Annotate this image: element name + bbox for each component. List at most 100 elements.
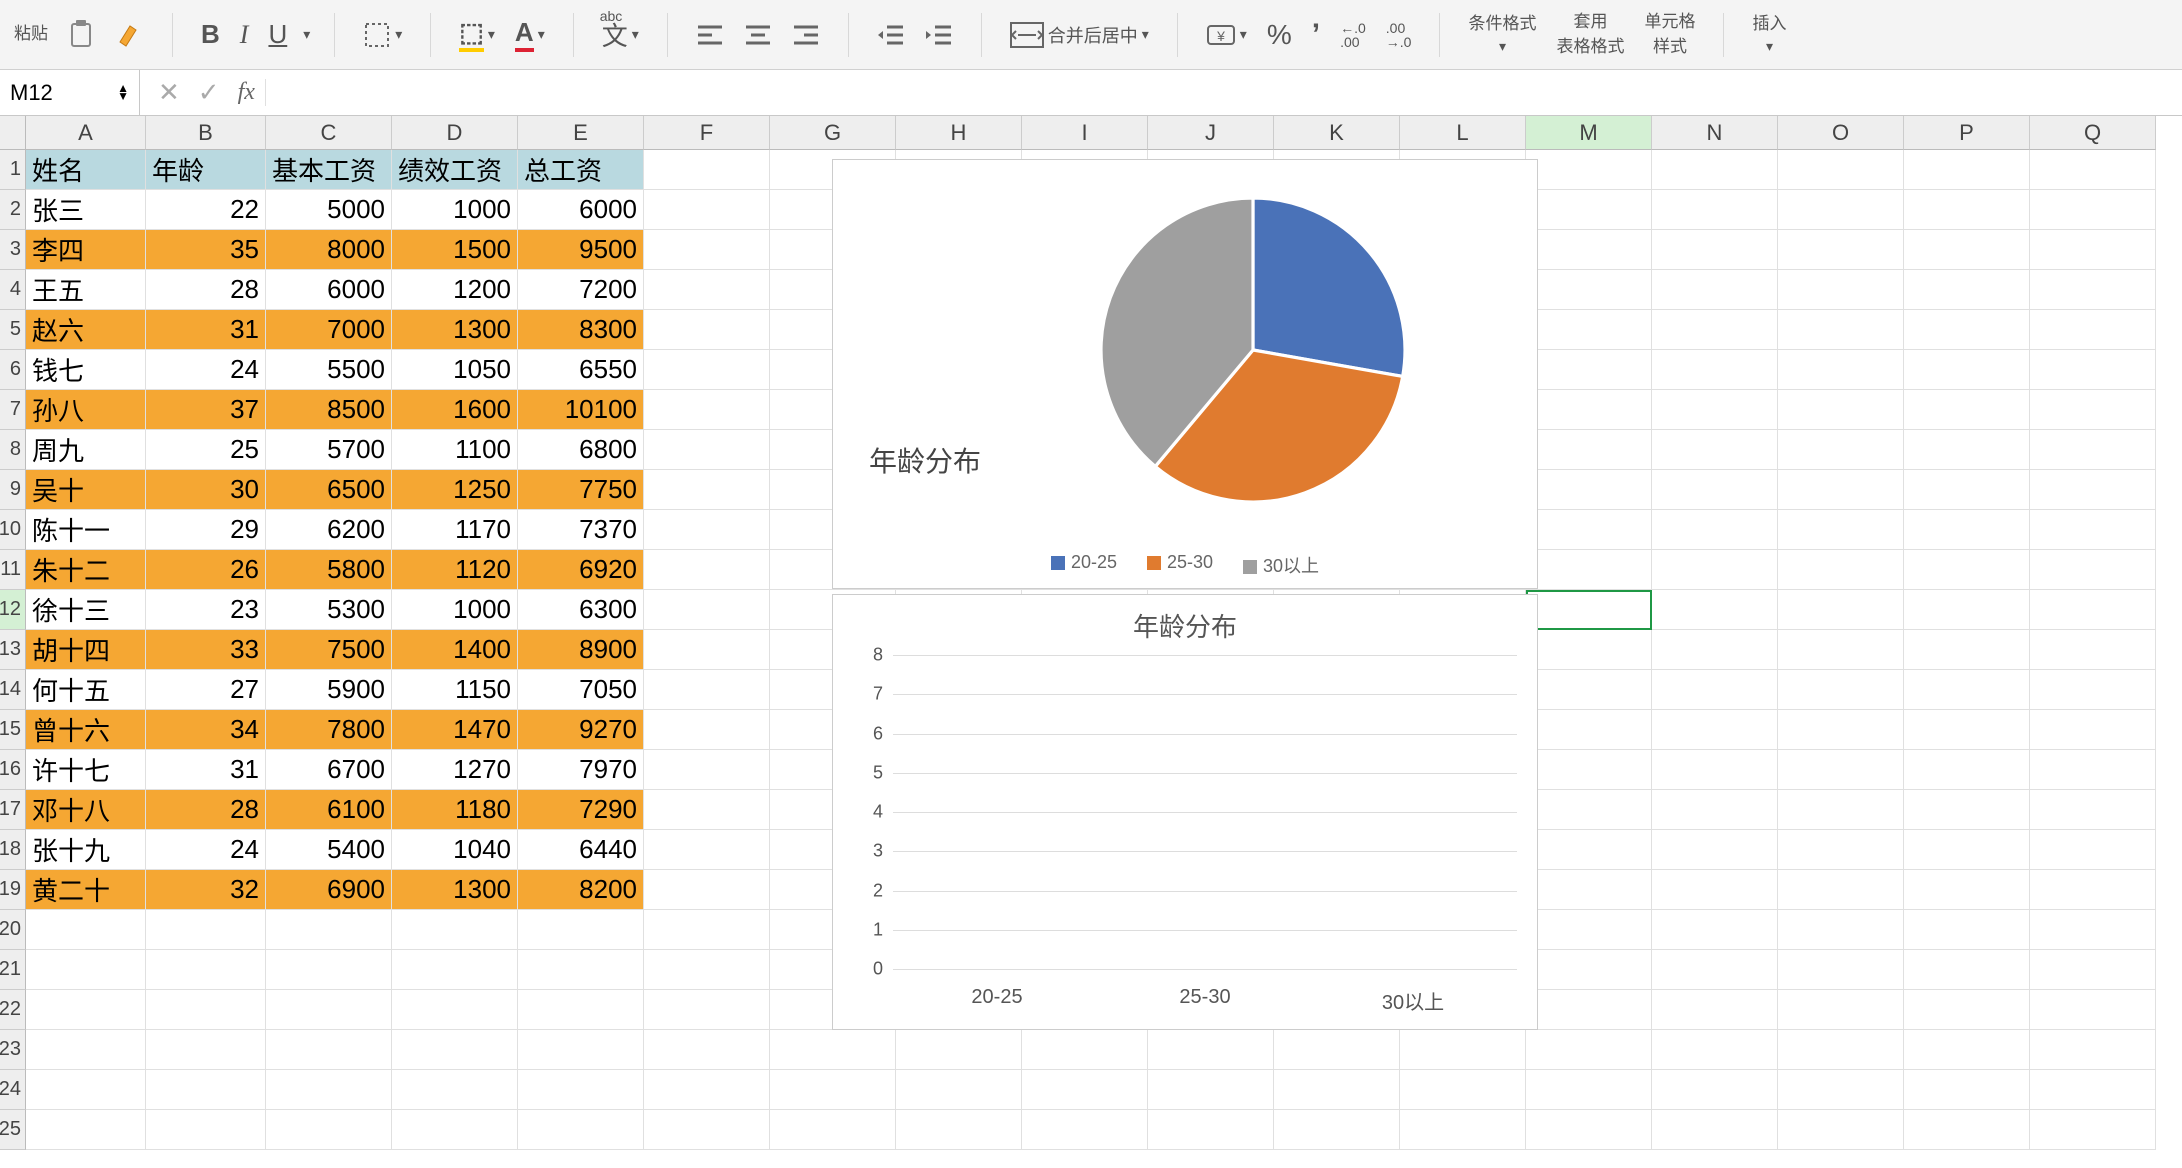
cell[interactable]: 6200 [266,510,392,550]
cell[interactable] [644,750,770,790]
cell[interactable] [2030,670,2156,710]
cell[interactable] [1526,790,1652,830]
cell[interactable] [770,1030,896,1070]
cell[interactable] [1652,750,1778,790]
cell[interactable] [644,990,770,1030]
cell[interactable]: 5700 [266,430,392,470]
cell[interactable] [1652,1030,1778,1070]
column-header-E[interactable]: E [518,116,644,150]
cell[interactable]: 总工资 [518,150,644,190]
cell[interactable]: 周九 [26,430,146,470]
cell[interactable] [2030,910,2156,950]
cell[interactable]: 25 [146,430,266,470]
copy-button[interactable] [64,18,98,52]
cell[interactable] [518,1110,644,1150]
cell[interactable]: 钱七 [26,350,146,390]
cell[interactable]: 绩效工资 [392,150,518,190]
cell[interactable]: 1270 [392,750,518,790]
cell[interactable] [644,430,770,470]
cell[interactable] [1778,790,1904,830]
cell[interactable] [644,790,770,830]
table-format-button[interactable]: 套用 表格格式 [1552,10,1628,59]
cell[interactable]: 8500 [266,390,392,430]
cell[interactable]: 28 [146,270,266,310]
align-center-button[interactable] [740,21,776,49]
cell[interactable]: 10100 [518,390,644,430]
cell[interactable] [1904,710,2030,750]
cell[interactable] [266,1070,392,1110]
cell[interactable] [2030,390,2156,430]
format-painter-button[interactable] [110,18,148,52]
cell[interactable] [1526,910,1652,950]
cell[interactable] [644,150,770,190]
italic-button[interactable]: I [236,18,253,52]
cell[interactable]: 24 [146,350,266,390]
cell[interactable] [1652,190,1778,230]
cell[interactable] [2030,430,2156,470]
cell[interactable] [2030,310,2156,350]
cell[interactable] [1778,310,1904,350]
cell[interactable]: 6700 [266,750,392,790]
cell[interactable] [1904,510,2030,550]
cell[interactable]: 7200 [518,270,644,310]
cell[interactable] [644,230,770,270]
formula-input[interactable] [284,70,2182,115]
align-left-button[interactable] [692,21,728,49]
row-header-3[interactable]: 3 [0,230,26,270]
row-header-17[interactable]: 17 [0,790,26,830]
cell[interactable]: 31 [146,750,266,790]
cell[interactable]: 5300 [266,590,392,630]
cell[interactable]: 1200 [392,270,518,310]
cell[interactable] [1526,230,1652,270]
cell[interactable] [2030,270,2156,310]
cell[interactable] [1904,390,2030,430]
cell[interactable] [1904,790,2030,830]
cell[interactable] [644,390,770,430]
cell[interactable]: 1300 [392,310,518,350]
cell[interactable] [2030,350,2156,390]
cell[interactable]: 1300 [392,870,518,910]
column-header-K[interactable]: K [1274,116,1400,150]
fx-button[interactable]: fx [238,79,266,106]
cell[interactable] [2030,470,2156,510]
cell[interactable] [1652,910,1778,950]
cell[interactable] [1526,1070,1652,1110]
cell[interactable] [1904,150,2030,190]
cell[interactable]: 5900 [266,670,392,710]
cell[interactable] [26,1070,146,1110]
cell[interactable]: 1150 [392,670,518,710]
cell[interactable] [2030,830,2156,870]
cell[interactable] [644,470,770,510]
cell[interactable] [266,950,392,990]
cell[interactable] [1400,1110,1526,1150]
cell[interactable]: 7050 [518,670,644,710]
cell[interactable]: 22 [146,190,266,230]
cell[interactable] [2030,150,2156,190]
cell[interactable]: 黄二十 [26,870,146,910]
cell[interactable]: 5800 [266,550,392,590]
cell[interactable]: 6300 [518,590,644,630]
row-header-10[interactable]: 10 [0,510,26,550]
formula-cancel-button[interactable]: ✕ [158,77,180,108]
cell[interactable] [1274,1110,1400,1150]
column-header-J[interactable]: J [1148,116,1274,150]
cell[interactable] [1778,1030,1904,1070]
cell[interactable] [1526,270,1652,310]
cell-style-button[interactable]: 单元格 样式 [1640,10,1699,59]
paste-button[interactable]: 粘贴 [10,22,52,46]
cell[interactable] [2030,230,2156,270]
cell[interactable] [1526,870,1652,910]
cell[interactable] [1526,430,1652,470]
cell[interactable]: 8000 [266,230,392,270]
bold-button[interactable]: B [197,17,224,52]
cell[interactable] [1778,910,1904,950]
cell[interactable]: 王五 [26,270,146,310]
column-header-B[interactable]: B [146,116,266,150]
cell[interactable]: 9270 [518,710,644,750]
cell[interactable] [2030,750,2156,790]
cell[interactable] [1652,1110,1778,1150]
row-header-24[interactable]: 24 [0,1070,26,1110]
column-header-D[interactable]: D [392,116,518,150]
cell[interactable]: 32 [146,870,266,910]
row-header-1[interactable]: 1 [0,150,26,190]
